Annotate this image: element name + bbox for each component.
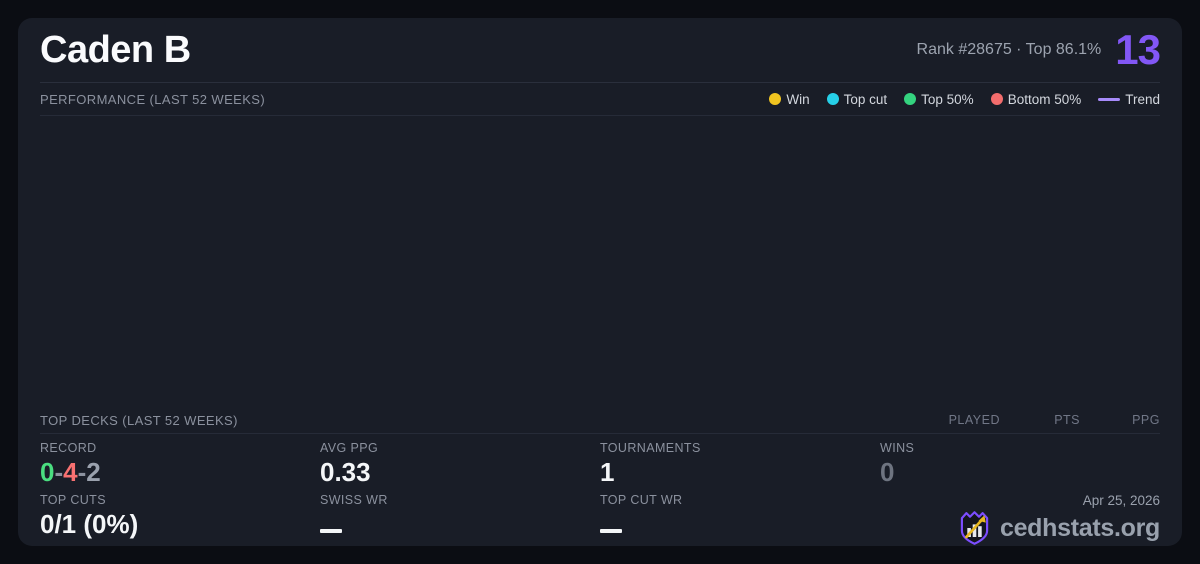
stats-row-1: RECORD 0-4-2 AVG PPG 0.33 TOURNAMENTS 1 … (40, 434, 1160, 486)
performance-chart-area (40, 116, 1160, 407)
top-cut-dot-icon (826, 93, 839, 105)
performance-title: PERFORMANCE (LAST 52 WEEKS) (40, 91, 266, 107)
top-cut-wr-value (600, 510, 880, 539)
column-header-played: PLAYED (948, 413, 1000, 427)
stat-label: SWISS WR (320, 493, 388, 507)
legend-item-win: Win (769, 91, 810, 107)
wins-value: 0 (880, 457, 895, 487)
footer-date: Apr 25, 2026 (1082, 493, 1160, 508)
top-decks-title: TOP DECKS (LAST 52 WEEKS) (40, 412, 238, 428)
stat-label: TOP CUTS (40, 493, 106, 507)
record-wins: 0 (40, 457, 55, 487)
legend-item-trend: Trend (1098, 92, 1160, 107)
stat-record: RECORD 0-4-2 (40, 434, 320, 486)
top-decks-header: TOP DECKS (LAST 52 WEEKS) PLAYED PTS PPG (40, 407, 1160, 434)
top-50-dot-icon (904, 93, 917, 105)
record-losses: 4 (63, 457, 78, 487)
legend-item-bottom-50: Bottom 50% (990, 91, 1082, 107)
stat-label: TOP CUT WR (600, 493, 683, 507)
top-decks-columns: PLAYED PTS PPG (905, 413, 1160, 427)
record-separator: - (54, 457, 64, 487)
stat-tournaments: TOURNAMENTS 1 (600, 434, 880, 486)
legend-item-top-50: Top 50% (904, 92, 974, 107)
stat-wins: WINS 0 (880, 434, 1160, 486)
player-stats-card: Caden B Rank #28675 · Top 86.1% 13 PERFO… (18, 18, 1182, 546)
legend-label: Bottom 50% (1007, 91, 1082, 107)
record-separator: - (77, 457, 87, 487)
stats-row-2: TOP CUTS 0/1 (0%) SWISS WR TOP CUT WR Ap… (40, 486, 1160, 546)
record-draws: 2 (86, 457, 101, 487)
chart-legend: Win Top cut Top 50% Bottom 50% Trend (769, 92, 1160, 107)
legend-item-top-cut: Top cut (826, 91, 888, 107)
performance-header: PERFORMANCE (LAST 52 WEEKS) Win Top cut … (40, 83, 1160, 116)
legend-label: Trend (1125, 91, 1160, 107)
stat-label: TOURNAMENTS (600, 441, 701, 455)
card-footer: Apr 25, 2026 cedhstats.org (880, 486, 1160, 546)
legend-label: Top 50% (921, 91, 974, 107)
stat-label: AVG PPG (320, 441, 379, 455)
trend-line-icon (1098, 97, 1121, 101)
legend-label: Top cut (843, 91, 888, 107)
shield-chart-arrow-icon (960, 511, 989, 545)
stat-top-cut-wr: TOP CUT WR (600, 486, 880, 538)
tournaments-value: 1 (600, 457, 615, 487)
win-dot-icon (769, 93, 782, 105)
legend-label: Win (786, 91, 810, 107)
page-title: Caden B (40, 28, 191, 71)
stat-swiss-wr: SWISS WR (320, 486, 600, 538)
stat-top-cuts: TOP CUTS 0/1 (0%) (40, 486, 320, 538)
stat-label: WINS (880, 441, 915, 455)
score-value: 13 (1115, 26, 1161, 73)
column-header-ppg: PPG (1132, 413, 1160, 427)
card-header: Caden B Rank #28675 · Top 86.1% 13 (40, 18, 1161, 83)
brand-row: cedhstats.org (880, 510, 1160, 546)
empty-value-dash (600, 529, 622, 533)
avg-ppg-value: 0.33 (320, 457, 371, 487)
record-value: 0-4-2 (40, 458, 320, 487)
top-cuts-value: 0/1 (0%) (40, 509, 139, 539)
swiss-wr-value (320, 510, 600, 539)
brand-name: cedhstats.org (999, 513, 1160, 542)
stat-avg-ppg: AVG PPG 0.33 (320, 434, 600, 486)
column-header-pts: PTS (1054, 413, 1080, 427)
empty-value-dash (320, 529, 342, 533)
stat-label: RECORD (40, 441, 97, 455)
bottom-50-dot-icon (990, 93, 1003, 105)
rank-text: Rank #28675 · Top 86.1% (916, 41, 1102, 58)
